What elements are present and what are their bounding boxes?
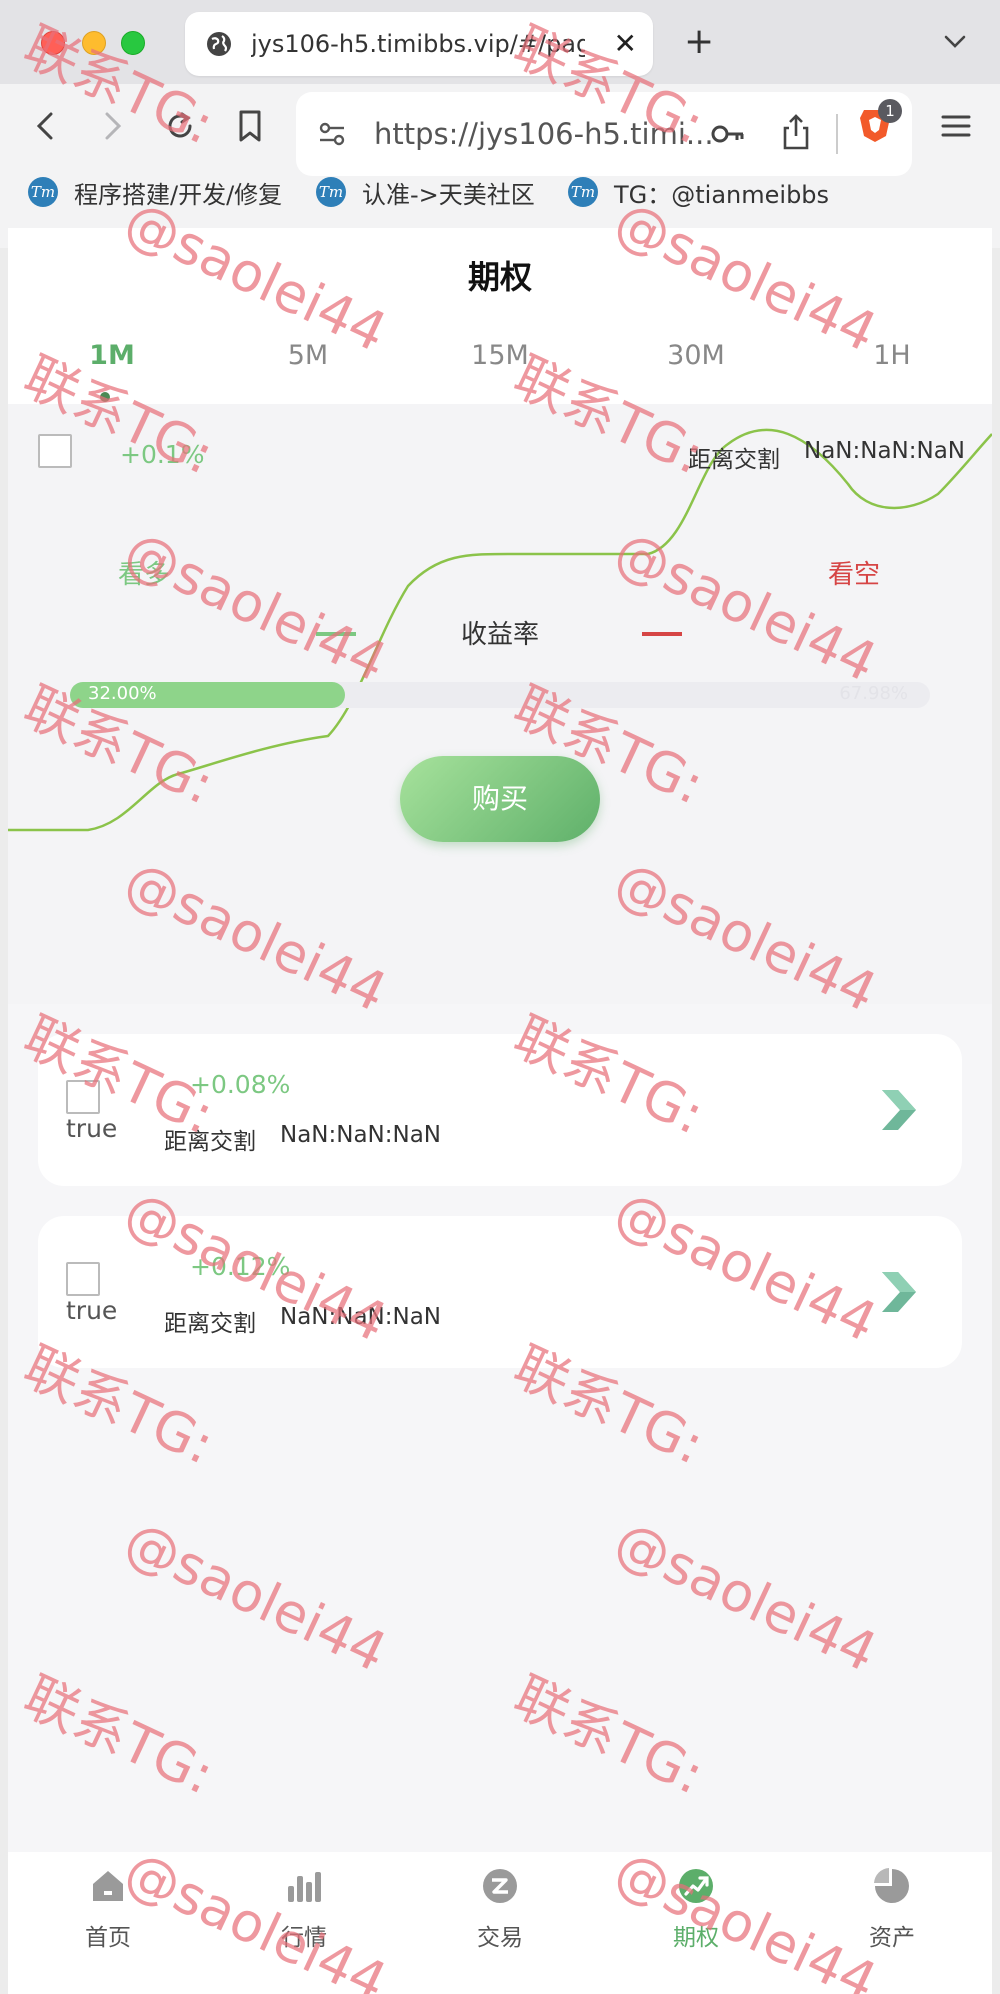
bookmark-item[interactable]: Tm 认准->天美社区 [316,174,535,210]
short-label[interactable]: 看空 [828,554,880,591]
coin-image [38,434,72,468]
tabbar-item-assets[interactable]: 资产 [832,1866,952,1976]
app-page: 期权 1M 5M 15M 30M 1H +0.1% 距离交割 NaN:NaN:N… [8,228,992,1994]
chevron-right-icon[interactable] [878,1268,922,1316]
browser-tab-strip: jys106-h5.timibbs.vip/#/pages/ ✕ + [0,0,1000,84]
reload-icon[interactable] [160,106,200,146]
long-label[interactable]: 看多 [118,554,170,591]
key-icon[interactable] [710,118,746,150]
window-close-button[interactable] [41,31,65,55]
tabbar-label: 行情 [281,1925,327,1951]
card-change: +0.12% [190,1252,291,1281]
assets-icon [874,1868,909,1903]
chevron-down-icon[interactable] [942,28,968,54]
globe-icon [207,32,231,56]
card-change: +0.08% [190,1070,291,1099]
tab-period-30m[interactable]: 30M [636,340,756,371]
tab-close-icon[interactable]: ✕ [614,28,637,60]
share-icon[interactable] [780,112,812,152]
bookmark-label: 程序搭建/开发/修复 [74,180,283,209]
card-countdown-value: NaN:NaN:NaN [280,1304,442,1330]
coin-image-alt: true [66,1296,118,1325]
toolbar-divider [836,114,838,154]
bottom-tab-bar: 首页 行情 交易 期权 资产 [8,1852,992,1994]
option-panel: +0.1% 距离交割 NaN:NaN:NaN 看多 看空 收益率 32.00% … [8,404,992,1004]
coin-image [66,1262,100,1296]
option-card[interactable]: true +0.12% 距离交割 NaN:NaN:NaN [38,1216,962,1368]
price-change: +0.1% [120,440,205,469]
active-tab-indicator [100,392,110,402]
tab-period-1m[interactable]: 1M [52,340,172,371]
card-countdown-label: 距离交割 [164,1311,256,1337]
bookmarks-bar: Tm 程序搭建/开发/修复 Tm 认准->天美社区 Tm TG：@tianmei… [0,168,1000,216]
tab-period-5m[interactable]: 5M [248,340,368,371]
long-short-ratio-bar: 32.00% 67.98% [70,682,930,708]
tianmei-logo-icon: Tm [316,177,346,207]
market-icon [288,1872,321,1902]
tab-period-15m[interactable]: 15M [440,340,560,371]
home-icon [93,1871,123,1901]
bookmark-item[interactable]: Tm 程序搭建/开发/修复 [28,174,282,210]
menu-icon[interactable] [936,106,976,146]
url-text: https://jys106-h5.timi... [374,117,714,151]
chevron-right-icon[interactable] [878,1086,922,1134]
site-settings-icon[interactable] [316,118,348,150]
yield-rate-label: 收益率 [460,620,539,650]
tabbar-label: 交易 [477,1925,523,1951]
window-zoom-button[interactable] [121,31,145,55]
tabbar-label: 资产 [869,1925,915,1951]
extensions-badge: 1 [878,99,902,123]
option-card[interactable]: true +0.08% 距离交割 NaN:NaN:NaN [38,1034,962,1186]
bookmark-label: TG：@tianmeibbs [614,180,830,209]
tabbar-item-home[interactable]: 首页 [48,1866,168,1976]
url-bar[interactable]: https://jys106-h5.timi... [296,92,912,176]
card-countdown-label: 距离交割 [164,1129,256,1155]
tab-period-1h[interactable]: 1H [832,340,952,371]
forward-arrow-icon[interactable] [92,106,132,146]
tabbar-label: 期权 [673,1925,719,1951]
bookmark-icon[interactable] [230,106,270,146]
period-tabs: 1M 5M 15M 30M 1H [8,340,992,390]
new-tab-button[interactable]: + [684,22,714,62]
buy-button[interactable]: 购买 [400,756,600,842]
coin-image-alt: true [66,1114,118,1143]
tianmei-logo-icon: Tm [568,177,598,207]
coin-image [66,1080,100,1114]
tabbar-item-trade[interactable]: 交易 [440,1866,560,1976]
short-legend-line [642,632,682,636]
long-percent: 32.00% [88,683,157,704]
window-minimize-button[interactable] [82,31,106,55]
short-percent: 67.98% [839,683,908,704]
tabbar-item-options[interactable]: 期权 [636,1866,756,1976]
tabbar-label: 首页 [85,1925,131,1951]
tabbar-item-market[interactable]: 行情 [244,1866,364,1976]
tab-title: jys106-h5.timibbs.vip/#/pages/ [251,30,585,58]
back-arrow-icon[interactable] [26,106,66,146]
trade-icon [483,1869,517,1903]
options-icon [679,1869,713,1903]
countdown-label: 距离交割 [688,447,780,473]
browser-toolbar: https://jys106-h5.timi... 1 [0,84,1000,248]
page-title: 期权 [467,258,532,296]
bookmark-item[interactable]: Tm TG：@tianmeibbs [568,174,829,210]
countdown-value: NaN:NaN:NaN [804,438,966,464]
tianmei-logo-icon: Tm [28,177,58,207]
card-countdown-value: NaN:NaN:NaN [280,1122,442,1148]
bookmark-label: 认准->天美社区 [362,180,535,209]
browser-tab-active[interactable]: jys106-h5.timibbs.vip/#/pages/ ✕ [185,12,653,76]
page-header: 期权 1M 5M 15M 30M 1H [8,228,992,404]
